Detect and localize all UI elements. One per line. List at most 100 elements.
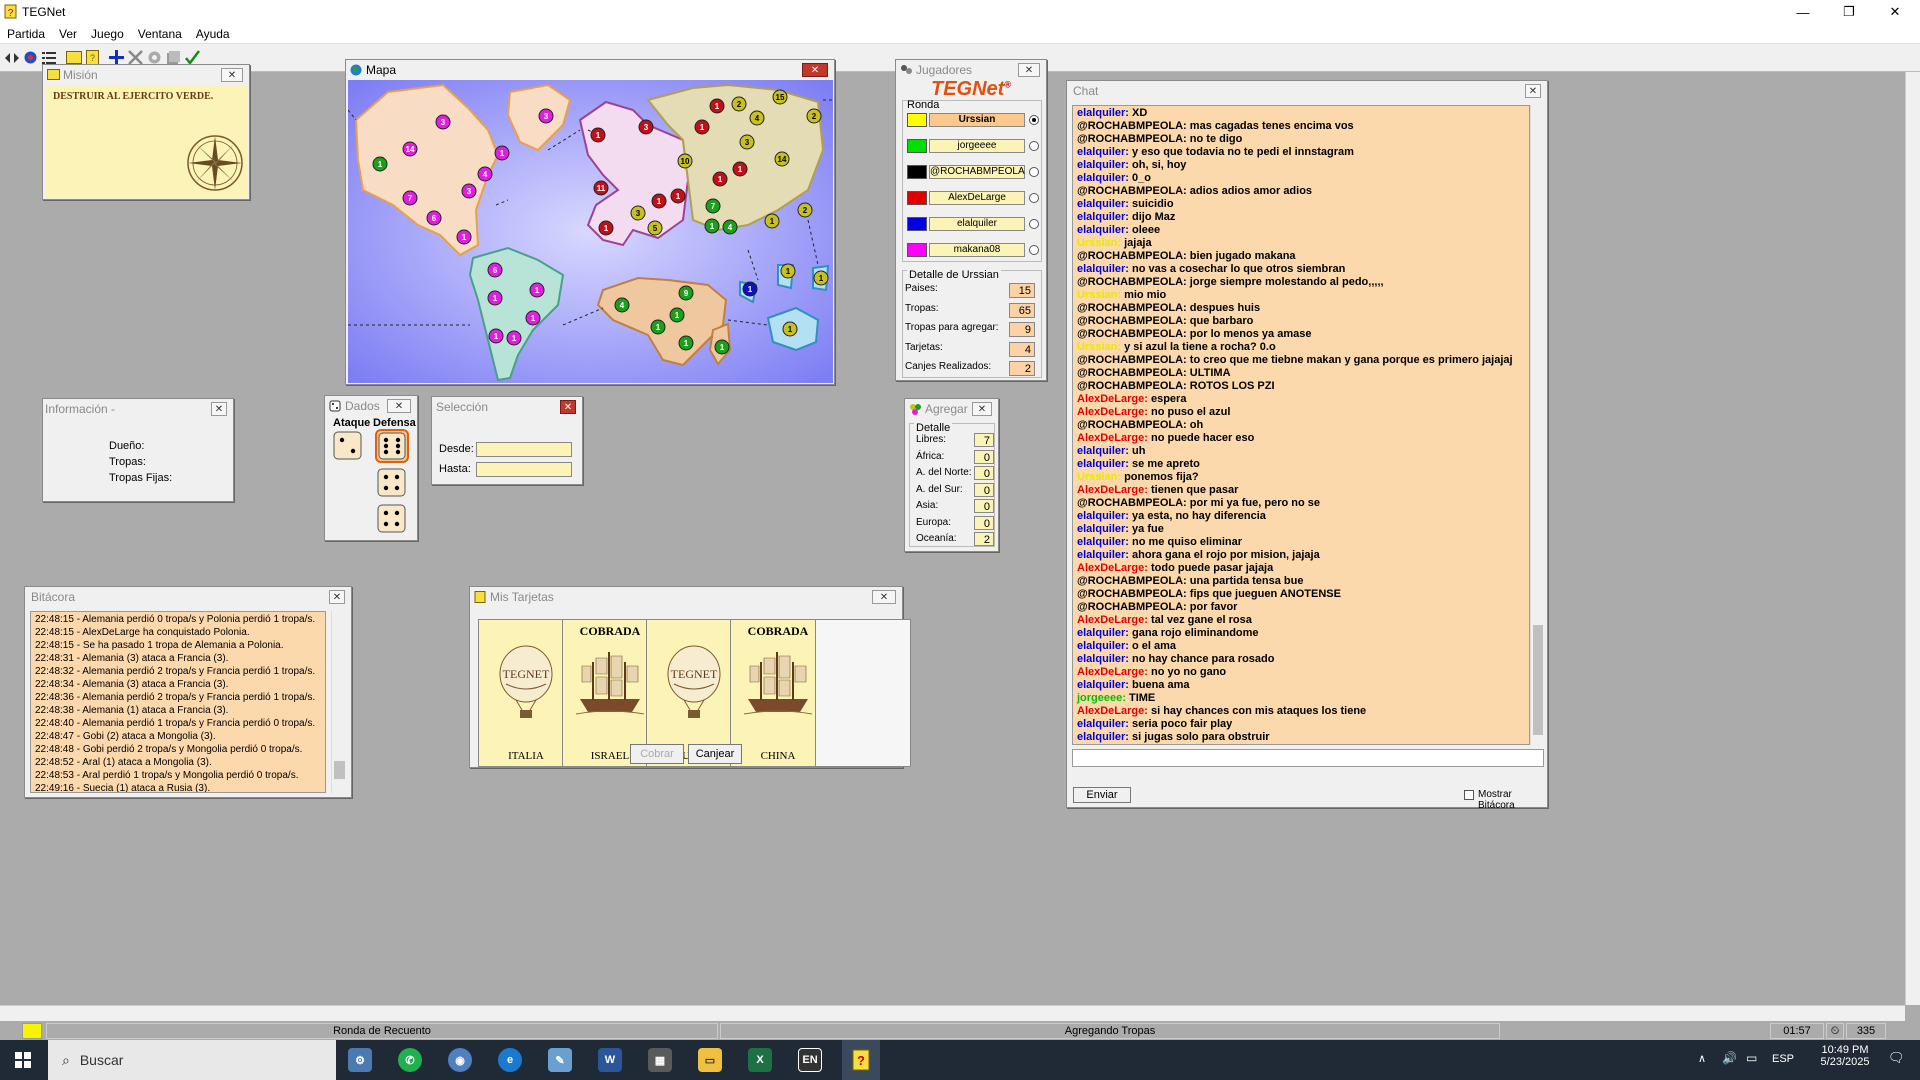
army-marker[interactable]: 2 xyxy=(797,202,813,218)
army-marker[interactable]: 9 xyxy=(678,285,694,301)
close-icon[interactable]: ✕ xyxy=(387,399,411,413)
army-marker[interactable]: 10 xyxy=(677,153,693,169)
army-marker[interactable]: 1 xyxy=(704,218,720,234)
close-icon[interactable]: ✕ xyxy=(872,590,896,604)
army-marker[interactable]: 1 xyxy=(670,188,686,204)
country-card[interactable]: COBRADA CHINA xyxy=(730,619,826,767)
army-marker[interactable]: 15 xyxy=(772,89,788,105)
army-marker[interactable]: 1 xyxy=(525,310,541,326)
army-marker[interactable]: 3 xyxy=(435,114,451,130)
calculator-icon[interactable]: ▦ xyxy=(648,1048,672,1072)
army-marker[interactable]: 14 xyxy=(774,151,790,167)
army-marker[interactable]: 2 xyxy=(806,108,822,124)
menu-juego[interactable]: Juego xyxy=(84,27,131,41)
close-icon[interactable]: ✕ xyxy=(560,400,576,414)
army-marker[interactable]: 1 xyxy=(372,156,388,172)
player-radio[interactable] xyxy=(1029,167,1039,177)
volume-icon[interactable]: 🔊 xyxy=(1722,1051,1737,1065)
army-marker[interactable]: 1 xyxy=(669,307,685,323)
army-marker[interactable]: 1 xyxy=(651,193,667,209)
army-marker[interactable]: 1 xyxy=(488,328,504,344)
collect-button[interactable]: Cobrar xyxy=(630,744,684,764)
tray-chevron-icon[interactable]: ∧ xyxy=(1698,1052,1706,1065)
menu-ventana[interactable]: Ventana xyxy=(131,27,189,41)
army-marker[interactable]: 3 xyxy=(538,108,554,124)
army-marker[interactable]: 1 xyxy=(712,171,728,187)
army-marker[interactable]: 3 xyxy=(739,134,755,150)
army-marker[interactable]: 3 xyxy=(638,119,654,135)
taskbar-search[interactable]: ⌕ Buscar xyxy=(48,1040,336,1080)
menu-ver[interactable]: Ver xyxy=(52,27,84,41)
show-log-checkbox[interactable] xyxy=(1464,790,1474,800)
file-explorer-icon[interactable]: ▭ xyxy=(698,1048,722,1072)
player-radio[interactable] xyxy=(1029,141,1039,151)
chat-scrollbar[interactable] xyxy=(1530,105,1544,745)
army-marker[interactable]: 1 xyxy=(529,282,545,298)
army-marker[interactable]: 1 xyxy=(732,161,748,177)
windows-start-icon[interactable] xyxy=(10,1048,36,1072)
chat-scroll-thumb[interactable] xyxy=(1533,625,1543,735)
maximize-button[interactable]: ❐ xyxy=(1826,0,1872,24)
network-icon[interactable]: ▭ xyxy=(1746,1051,1757,1065)
army-marker[interactable]: 1 xyxy=(590,127,606,143)
excel-icon[interactable]: X xyxy=(748,1048,772,1072)
close-icon[interactable]: ✕ xyxy=(211,402,227,416)
army-marker[interactable]: 7 xyxy=(705,198,721,214)
language-en-icon[interactable]: EN xyxy=(798,1048,822,1072)
connect-icon[interactable] xyxy=(2,48,21,67)
world-map[interactable]: 33114 14376161111 113111111035112154 231141… xyxy=(348,80,833,383)
log-scrollbar[interactable] xyxy=(331,611,347,793)
send-button[interactable]: Enviar xyxy=(1073,787,1131,803)
player-radio[interactable] xyxy=(1029,193,1039,203)
army-marker[interactable]: 14 xyxy=(402,141,418,157)
army-marker[interactable]: 5 xyxy=(647,220,663,236)
main-vertical-scrollbar[interactable] xyxy=(1905,72,1920,1005)
close-icon[interactable]: ✕ xyxy=(1525,84,1541,98)
army-marker[interactable]: 1 xyxy=(678,335,694,351)
army-marker[interactable]: 6 xyxy=(487,262,503,278)
menu-ayuda[interactable]: Ayuda xyxy=(189,27,237,41)
army-marker[interactable]: 4 xyxy=(749,110,765,126)
notes-icon[interactable]: ✎ xyxy=(548,1048,572,1072)
chat-input[interactable] xyxy=(1072,749,1544,767)
close-button[interactable]: ✕ xyxy=(1872,0,1918,24)
army-marker[interactable]: 4 xyxy=(477,166,493,182)
army-marker[interactable]: 1 xyxy=(456,229,472,245)
close-icon[interactable]: ✕ xyxy=(802,63,828,77)
army-marker[interactable]: 1 xyxy=(742,281,758,297)
tegnet-taskbar-icon[interactable]: ? xyxy=(842,1040,880,1080)
log-scroll-thumb[interactable] xyxy=(334,761,345,779)
army-marker[interactable]: 1 xyxy=(780,263,796,279)
exchange-button[interactable]: Canjear xyxy=(688,744,742,764)
close-icon[interactable]: ✕ xyxy=(972,402,992,416)
army-marker[interactable]: 1 xyxy=(764,213,780,229)
browser-icon[interactable]: ◉ xyxy=(448,1048,472,1072)
army-marker[interactable]: 4 xyxy=(614,297,630,313)
edge-icon[interactable]: e xyxy=(498,1048,522,1072)
input-language[interactable]: ESP xyxy=(1772,1053,1794,1065)
army-marker[interactable]: 6 xyxy=(426,210,442,226)
army-marker[interactable]: 1 xyxy=(714,339,730,355)
player-radio[interactable] xyxy=(1029,245,1039,255)
menu-partida[interactable]: Partida xyxy=(0,27,52,41)
main-horizontal-scrollbar[interactable] xyxy=(0,1005,1905,1021)
word-icon[interactable]: W xyxy=(598,1048,622,1072)
army-marker[interactable]: 1 xyxy=(487,290,503,306)
army-marker[interactable]: 3 xyxy=(461,183,477,199)
army-marker[interactable]: 2 xyxy=(731,96,747,112)
taskbar-clock[interactable]: 10:49 PM 5/23/2025 xyxy=(1810,1044,1880,1068)
army-marker[interactable]: 3 xyxy=(630,205,646,221)
army-marker[interactable]: 11 xyxy=(593,180,609,196)
army-marker[interactable]: 1 xyxy=(650,319,666,335)
player-radio[interactable] xyxy=(1029,115,1039,125)
army-marker[interactable]: 1 xyxy=(506,330,522,346)
notifications-icon[interactable]: 🗨 xyxy=(1888,1050,1905,1066)
to-field[interactable] xyxy=(476,462,572,477)
army-marker[interactable]: 1 xyxy=(494,145,510,161)
player-radio[interactable] xyxy=(1029,219,1039,229)
app-settings-icon[interactable]: ⚙ xyxy=(348,1048,372,1072)
minimize-button[interactable]: — xyxy=(1780,0,1826,24)
army-marker[interactable]: 4 xyxy=(722,219,738,235)
close-icon[interactable]: ✕ xyxy=(221,68,243,82)
army-marker[interactable]: 1 xyxy=(782,321,798,337)
